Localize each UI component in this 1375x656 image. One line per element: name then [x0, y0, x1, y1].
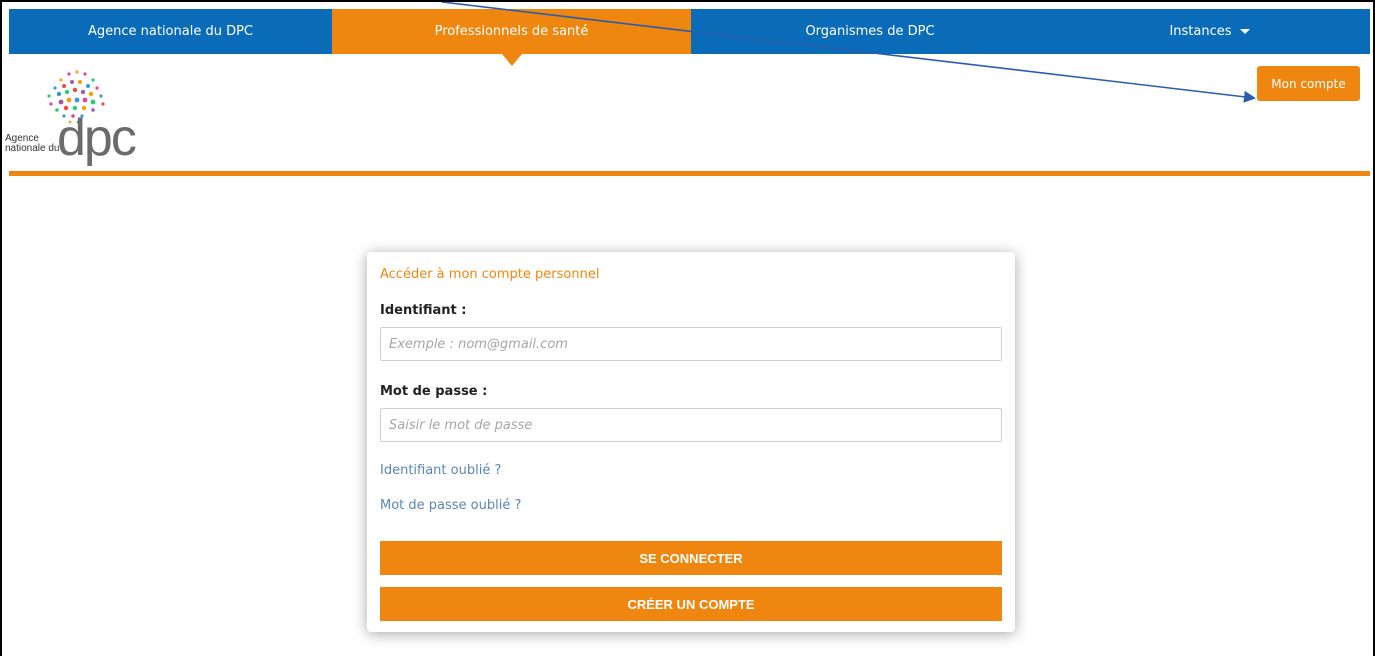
- forgot-password-link[interactable]: Mot de passe oublié ?: [380, 498, 521, 513]
- logo-dpc-mark: dpc: [57, 109, 137, 167]
- identifiant-input[interactable]: [380, 327, 1002, 361]
- create-account-button[interactable]: CRÉER UN COMPTE: [380, 587, 1002, 621]
- logo-line-2: nationale du: [5, 143, 60, 154]
- login-title: Accéder à mon compte personnel: [380, 267, 600, 282]
- nav-agence-label: Agence nationale du DPC: [87, 24, 254, 39]
- login-button[interactable]: SE CONNECTER: [380, 541, 1002, 575]
- nav-organismes[interactable]: Organismes de DPC: [691, 9, 1049, 54]
- nav-instances-label: Instances: [1169, 24, 1232, 39]
- identifiant-label: Identifiant :: [380, 303, 467, 318]
- page-frame: Agence nationale du DPC Professionnels d…: [0, 0, 1375, 656]
- active-pointer: [501, 54, 522, 66]
- caret-down-icon: [1239, 29, 1250, 34]
- nav-organismes-label: Organismes de DPC: [805, 24, 935, 39]
- header-divider: [9, 171, 1370, 176]
- logo-text: Agence nationale du: [5, 134, 60, 154]
- nav-professionnels[interactable]: Professionnels de santé: [332, 9, 691, 66]
- mon-compte-button[interactable]: Mon compte: [1257, 66, 1360, 101]
- forgot-identifiant-link[interactable]: Identifiant oublié ?: [380, 463, 501, 478]
- nav-agence[interactable]: Agence nationale du DPC: [9, 9, 332, 54]
- password-label: Mot de passe :: [380, 384, 488, 399]
- nav-professionnels-label: Professionnels de santé: [434, 24, 589, 39]
- top-navigation: Agence nationale du DPC Professionnels d…: [9, 9, 1370, 66]
- password-input[interactable]: [380, 408, 1002, 442]
- nav-instances[interactable]: Instances: [1049, 9, 1370, 54]
- login-card: Accéder à mon compte personnel Identifia…: [367, 252, 1015, 632]
